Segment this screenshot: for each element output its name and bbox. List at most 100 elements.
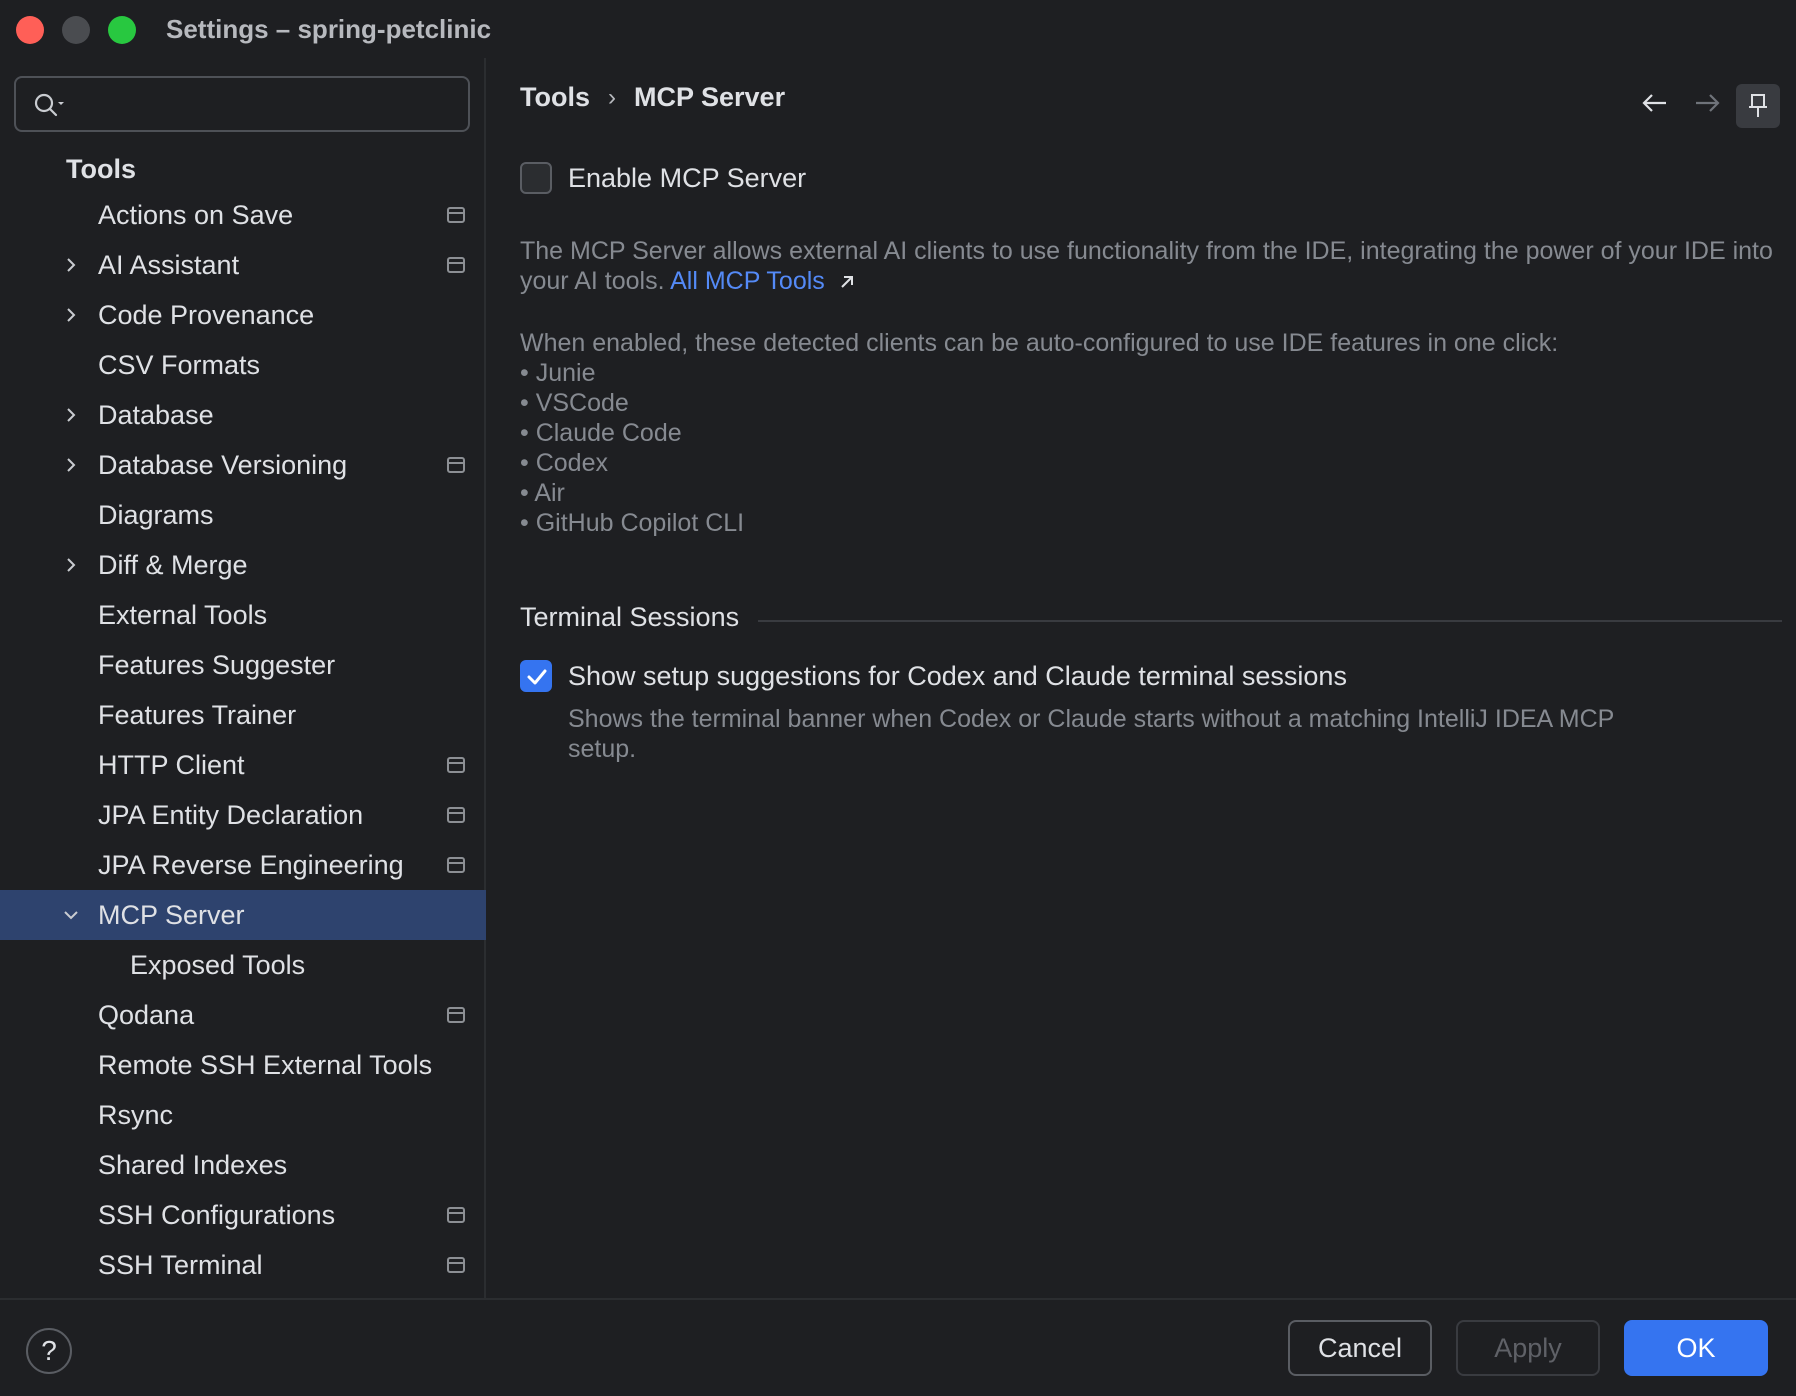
project-level-icon — [447, 457, 465, 473]
sidebar-item[interactable]: Qodana — [0, 990, 486, 1040]
back-arrow-icon[interactable] — [1640, 88, 1670, 118]
window-maximize-button[interactable] — [108, 16, 136, 44]
terminal-suggestions-label[interactable]: Show setup suggestions for Codex and Cla… — [568, 661, 1347, 692]
sidebar-item[interactable]: Database — [0, 390, 486, 440]
sidebar-item[interactable]: Shared Indexes — [0, 1140, 486, 1190]
dialog-footer: ? Cancel Apply OK — [0, 1298, 1796, 1396]
terminal-suggestions-hint: Shows the terminal banner when Codex or … — [568, 705, 1614, 763]
chevron-right-icon[interactable] — [62, 456, 80, 474]
mcp-description: The MCP Server allows external AI client… — [520, 236, 1780, 296]
search-box[interactable] — [14, 76, 470, 132]
chevron-right-icon[interactable] — [62, 406, 80, 424]
sidebar-item[interactable]: SSH Terminal — [0, 1240, 486, 1290]
clients-intro: When enabled, these detected clients can… — [520, 329, 1559, 357]
search-input[interactable] — [78, 86, 458, 122]
sidebar-item[interactable]: Remote SSH External Tools — [0, 1040, 486, 1090]
sidebar-item[interactable]: Features Trainer — [0, 690, 486, 740]
window-close-button[interactable] — [16, 16, 44, 44]
sidebar-item[interactable]: MCP Server — [0, 890, 486, 940]
search-icon — [34, 93, 64, 117]
sidebar-item-label: Diagrams — [98, 500, 214, 530]
sidebar-item[interactable]: JPA Entity Declaration — [0, 790, 486, 840]
sidebar-item[interactable]: Rsync — [0, 1090, 486, 1140]
window-minimize-button[interactable] — [62, 16, 90, 44]
client-list-item: Claude Code — [520, 418, 1780, 448]
sidebar-item-label: Database — [98, 400, 214, 430]
tree-root-tools[interactable]: Tools — [0, 148, 486, 190]
sidebar-item-label: AI Assistant — [98, 250, 240, 280]
detected-clients: When enabled, these detected clients can… — [520, 328, 1780, 538]
project-level-icon — [447, 257, 465, 273]
pin-icon — [1749, 94, 1767, 117]
sidebar-item[interactable]: Code Provenance — [0, 290, 486, 340]
sidebar-item-label: SSH Terminal — [98, 1250, 263, 1280]
sidebar-item-label: Remote SSH External Tools — [98, 1050, 433, 1080]
project-level-icon — [447, 1257, 465, 1273]
sidebar-item[interactable]: Features Suggester — [0, 640, 486, 690]
section-divider — [758, 620, 1782, 622]
title-bar: Settings – spring-petclinic — [0, 0, 1796, 58]
pin-button[interactable] — [1736, 84, 1780, 128]
sidebar-item-label: JPA Entity Declaration — [98, 800, 364, 830]
settings-content: Tools › MCP Server Enable MCP Server The… — [488, 58, 1796, 1298]
chevron-right-icon[interactable] — [62, 306, 80, 324]
chevron-down-icon[interactable] — [62, 906, 80, 924]
project-level-icon — [447, 207, 465, 223]
sidebar-item-label: Database Versioning — [98, 450, 348, 480]
sidebar-item-label: CSV Formats — [98, 350, 261, 380]
sidebar-item-label: Code Provenance — [98, 300, 315, 330]
sidebar-item[interactable]: Database Versioning — [0, 440, 486, 490]
all-mcp-tools-link[interactable]: All MCP Tools — [670, 267, 825, 295]
sidebar-item-label: Diff & Merge — [98, 550, 248, 580]
sidebar-item[interactable]: SSH Configurations — [0, 1190, 486, 1240]
enable-mcp-row[interactable]: Enable MCP Server — [520, 162, 806, 194]
breadcrumb: Tools › MCP Server — [520, 82, 785, 113]
external-link-icon — [841, 276, 853, 289]
sidebar-item-label: SSH Configurations — [98, 1200, 336, 1230]
settings-tree: Tools Actions on Save AI Assistant Code Pr… — [0, 148, 486, 1290]
sidebar-item-label: HTTP Client — [98, 750, 245, 780]
clients-list: JunieVSCodeClaude CodeCodexAirGitHub Cop… — [520, 358, 1780, 538]
sidebar-item-label: Exposed Tools — [130, 950, 306, 980]
sidebar-item-label: Rsync — [98, 1100, 174, 1130]
sidebar-item[interactable]: Diff & Merge — [0, 540, 486, 590]
sidebar-item-label: External Tools — [98, 600, 268, 630]
sidebar-item-label: Features Trainer — [98, 700, 297, 730]
help-button[interactable]: ? — [26, 1328, 72, 1374]
sidebar-item[interactable]: Actions on Save — [0, 190, 486, 240]
sidebar-item[interactable]: Diagrams — [0, 490, 486, 540]
sidebar-item-label: Qodana — [98, 1000, 195, 1030]
enable-mcp-checkbox[interactable] — [520, 162, 552, 194]
project-level-icon — [447, 1007, 465, 1023]
breadcrumb-parent[interactable]: Tools — [520, 82, 590, 113]
sidebar-item-label: Actions on Save — [98, 200, 294, 230]
project-level-icon — [447, 857, 465, 873]
cancel-button[interactable]: Cancel — [1288, 1320, 1432, 1376]
project-level-icon — [447, 757, 465, 773]
sidebar-item[interactable]: CSV Formats — [0, 340, 486, 390]
ok-button[interactable]: OK — [1624, 1320, 1768, 1376]
enable-mcp-label[interactable]: Enable MCP Server — [568, 163, 806, 194]
checkmark-icon — [527, 669, 547, 685]
client-list-item: VSCode — [520, 388, 1780, 418]
window-title: Settings – spring-petclinic — [166, 14, 492, 44]
project-level-icon — [447, 1207, 465, 1223]
sidebar-item-label: MCP Server — [98, 900, 245, 930]
terminal-suggestions-row[interactable]: Show setup suggestions for Codex and Cla… — [520, 660, 1347, 692]
sidebar-item-label: JPA Reverse Engineering — [98, 850, 404, 880]
terminal-suggestions-checkbox[interactable] — [520, 660, 552, 692]
sidebar-item[interactable]: AI Assistant — [0, 240, 486, 290]
client-list-item: Junie — [520, 358, 1780, 388]
sidebar-item[interactable]: External Tools — [0, 590, 486, 640]
terminal-sessions-title: Terminal Sessions — [520, 602, 740, 632]
sidebar-item[interactable]: JPA Reverse Engineering — [0, 840, 486, 890]
client-list-item: Codex — [520, 448, 1780, 478]
forward-arrow-icon[interactable] — [1692, 88, 1722, 118]
sidebar-item[interactable]: Exposed Tools — [0, 940, 486, 990]
chevron-right-icon[interactable] — [62, 556, 80, 574]
breadcrumb-current: MCP Server — [634, 82, 786, 112]
sidebar-item[interactable]: HTTP Client — [0, 740, 486, 790]
project-level-icon — [447, 807, 465, 823]
apply-button[interactable]: Apply — [1456, 1320, 1600, 1376]
chevron-right-icon[interactable] — [62, 256, 80, 274]
